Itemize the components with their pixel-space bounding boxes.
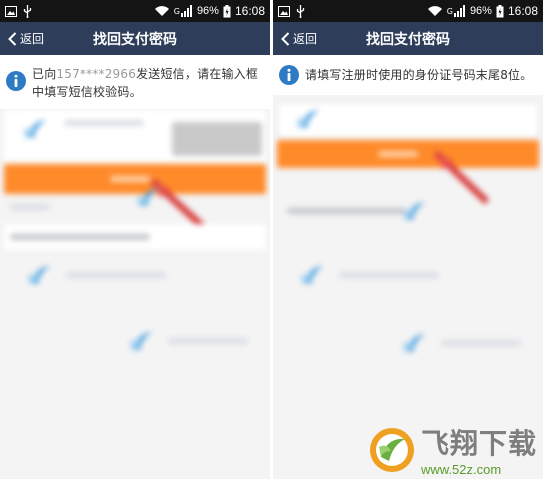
blurred-line	[287, 208, 407, 214]
watermark-title: 飞翔下载	[420, 427, 537, 460]
signal-icon	[180, 5, 192, 17]
back-button[interactable]: 返回	[0, 30, 44, 47]
status-time: 16:08	[234, 4, 265, 18]
signal-icon	[453, 5, 465, 17]
info-icon	[279, 65, 299, 85]
status-time: 16:08	[507, 4, 538, 18]
phone-screen-sms: G 96% 16:08 返回 找回支付密码 已向157****2966发送短信，…	[0, 0, 270, 479]
blurred-gray-button	[172, 122, 262, 156]
back-label: 返回	[20, 32, 45, 46]
status-bar: G 96% 16:08	[0, 0, 270, 22]
battery-charging-icon	[223, 4, 231, 17]
app-logo-icon	[137, 188, 159, 208]
watermark-url: www.52z.com	[420, 462, 502, 477]
phone-screen-id: G 96% 16:08 返回 找回支付密码 请填写注册时使用的身份证号码末尾8位…	[273, 0, 543, 479]
blurred-line	[339, 272, 439, 278]
battery-charging-icon	[496, 4, 504, 17]
pointer-hand-icon	[434, 151, 489, 204]
blurred-line	[64, 120, 144, 126]
app-logo-icon	[24, 120, 46, 140]
info-notice: 请填写注册时使用的身份证号码末尾8位。	[273, 55, 543, 95]
chevron-left-icon	[8, 31, 17, 46]
battery-percent: 96%	[196, 5, 219, 17]
notice-prefix: 已向	[32, 67, 57, 81]
info-icon	[6, 71, 26, 91]
info-notice: 已向157****2966发送短信，请在输入框中填写短信校验码。	[0, 55, 270, 109]
network-type-label: G	[173, 6, 180, 16]
blurred-line	[441, 340, 521, 346]
blurred-line	[10, 204, 50, 210]
image-icon	[278, 5, 290, 17]
wifi-icon	[427, 6, 442, 16]
app-logo-icon	[297, 110, 319, 130]
app-logo-icon	[130, 332, 152, 352]
usb-icon	[23, 4, 32, 18]
nav-bar: 返回 找回支付密码	[0, 22, 270, 55]
image-icon	[5, 5, 17, 17]
back-label: 返回	[293, 32, 318, 46]
watermark-logo-icon	[369, 427, 414, 472]
back-button[interactable]: 返回	[273, 30, 317, 47]
status-bar: G 96% 16:08	[273, 0, 543, 22]
notice-text: 已向157****2966发送短信，请在输入框中填写短信校验码。	[32, 65, 264, 101]
masked-phone-number: 157****2966	[56, 67, 137, 81]
app-logo-icon	[403, 202, 425, 222]
watermark: 飞翔下载 www.52z.com	[367, 422, 537, 477]
chevron-left-icon	[281, 31, 290, 46]
blurred-line	[378, 151, 418, 157]
usb-icon	[296, 4, 305, 18]
wifi-icon	[154, 6, 169, 16]
app-logo-icon	[403, 334, 425, 354]
blurred-line	[66, 272, 166, 278]
app-logo-icon	[28, 266, 50, 286]
network-type-label: G	[446, 6, 453, 16]
blurred-line	[10, 234, 150, 240]
notice-text: 请填写注册时使用的身份证号码末尾8位。	[305, 68, 533, 82]
nav-bar: 返回 找回支付密码	[273, 22, 543, 55]
app-logo-icon	[301, 266, 323, 286]
blurred-line	[168, 338, 248, 344]
lower-blank-area	[0, 370, 270, 479]
battery-percent: 96%	[469, 5, 492, 17]
blurred-line	[110, 176, 150, 182]
